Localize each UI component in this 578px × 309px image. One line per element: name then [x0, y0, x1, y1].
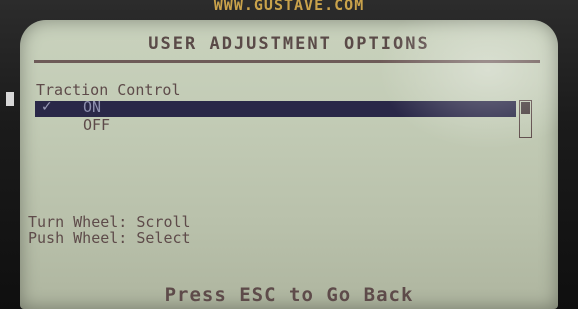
title-divider	[34, 60, 540, 63]
device-bezel: WWW.GUSTAVE.COM USER ADJUSTMENT OPTIONS …	[0, 0, 578, 309]
section-label-traction-control: Traction Control	[36, 81, 181, 99]
option-label-off: OFF	[83, 116, 111, 134]
option-row-on-selected[interactable]: ✓ ON	[35, 98, 516, 117]
footer-hint: Press ESC to Go Back	[164, 284, 414, 306]
check-icon: ✓	[41, 99, 53, 115]
option-label-on: ON	[83, 98, 102, 116]
option-row-off[interactable]: OFF	[83, 116, 110, 134]
help-push-wheel: Push Wheel: Select	[28, 229, 191, 247]
device-top-label: WWW.GUSTAVE.COM	[213, 0, 365, 14]
scrollbar-thumb[interactable]	[521, 102, 530, 114]
screen-title: USER ADJUSTMENT OPTIONS	[148, 34, 430, 54]
lcd-screen: USER ADJUSTMENT OPTIONS Traction Control…	[20, 20, 558, 309]
bezel-tab	[6, 92, 14, 106]
scrollbar[interactable]	[519, 100, 532, 138]
